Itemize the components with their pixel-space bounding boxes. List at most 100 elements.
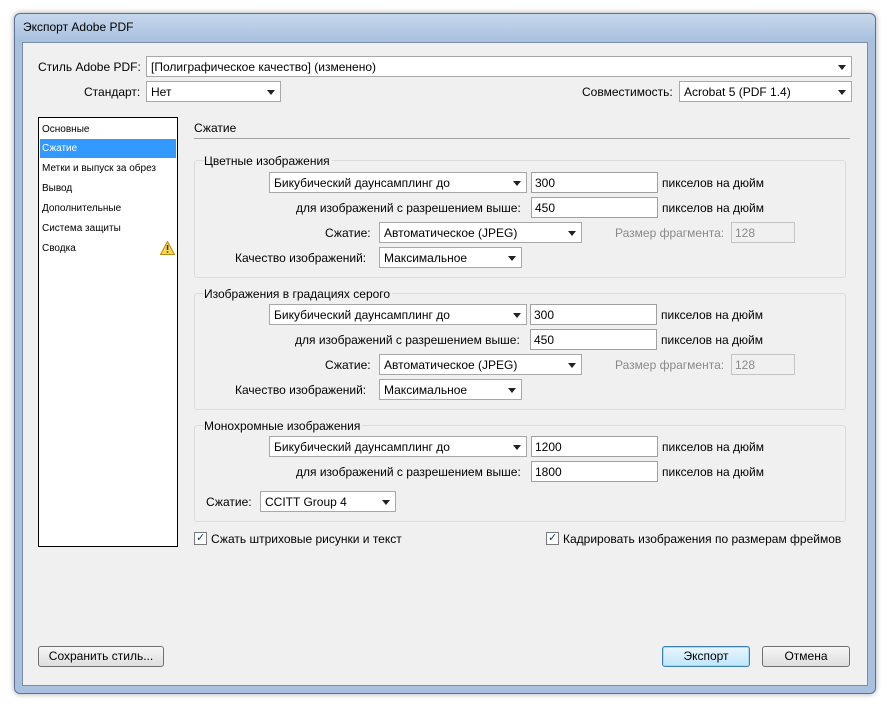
- gray-compression-value: Автоматическое (JPEG): [384, 358, 518, 372]
- chevron-down-icon: [838, 90, 846, 95]
- sidebar-item-marks-bleeds[interactable]: Метки и выпуск за обрез: [40, 159, 176, 178]
- warning-icon: [160, 241, 175, 255]
- gray-above-ppi-input[interactable]: 450: [530, 329, 657, 350]
- compression-label: Сжатие:: [325, 226, 371, 240]
- chevron-down-icon: [267, 90, 275, 95]
- chevron-down-icon: [838, 65, 846, 70]
- sidebar-item-label: Система защиты: [42, 223, 121, 234]
- gray-compression-select[interactable]: Автоматическое (JPEG): [379, 354, 582, 375]
- mono-compression-select[interactable]: CCITT Group 4: [260, 491, 396, 512]
- gray-downsample-select[interactable]: Бикубический даунсамплинг до: [269, 304, 527, 325]
- mono-images-title: Монохромные изображения: [204, 418, 363, 434]
- color-downsample-select[interactable]: Бикубический даунсамплинг до: [269, 172, 527, 193]
- sidebar-item-label: Вывод: [42, 183, 73, 194]
- sidebar-item-output[interactable]: Вывод: [40, 179, 176, 198]
- color-quality-select[interactable]: Максимальное: [379, 247, 522, 268]
- chevron-down-icon: [513, 313, 521, 318]
- ppi-label: пикселов на дюйм: [662, 440, 764, 454]
- style-select[interactable]: [Полиграфическое качество] (изменено): [146, 56, 852, 77]
- title-bar[interactable]: Экспорт Adobe PDF: [15, 14, 875, 42]
- compress-text-label[interactable]: Сжать штриховые рисунки и текст: [211, 531, 402, 547]
- gray-images-title: Изображения в градациях серого: [204, 286, 393, 302]
- save-style-button[interactable]: Сохранить стиль...: [38, 646, 164, 667]
- mono-downsample-ppi-value: 1200: [535, 440, 562, 454]
- gray-tile-size-input[interactable]: 128: [731, 354, 795, 375]
- above-label: для изображений с разрешением выше:: [295, 333, 520, 347]
- style-label: Стиль Adobe PDF:: [38, 60, 141, 74]
- gray-downsample-ppi-input[interactable]: 300: [530, 304, 657, 325]
- standard-value: Нет: [151, 85, 172, 99]
- compat-value: Acrobat 5 (PDF 1.4): [684, 85, 791, 99]
- section-divider: [194, 138, 850, 139]
- color-tile-size-value: 128: [735, 226, 756, 240]
- checkmark-icon: ✓: [548, 532, 558, 544]
- color-above-ppi-input[interactable]: 450: [531, 197, 658, 218]
- color-quality-value: Максимальное: [384, 251, 468, 265]
- gray-tile-size-value: 128: [735, 358, 756, 372]
- crop-images-label[interactable]: Кадрировать изображения по размерам фрей…: [563, 531, 841, 547]
- sidebar: Основные Сжатие Метки и выпуск за обрез …: [38, 117, 178, 547]
- sidebar-item-general[interactable]: Основные: [40, 120, 176, 139]
- sidebar-item-summary[interactable]: Сводка: [40, 239, 176, 258]
- compression-label: Сжатие:: [206, 495, 252, 509]
- quality-label: Качество изображений:: [235, 383, 367, 397]
- sidebar-item-label: Сжатие: [42, 143, 78, 154]
- mono-downsample-value: Бикубический даунсамплинг до: [274, 440, 450, 454]
- sidebar-item-security[interactable]: Система защиты: [40, 219, 176, 238]
- chevron-down-icon: [568, 231, 576, 236]
- above-label: для изображений с разрешением выше:: [296, 465, 521, 479]
- chevron-down-icon: [513, 181, 521, 186]
- ppi-label: пикселов на дюйм: [662, 176, 764, 190]
- chevron-down-icon: [382, 500, 390, 505]
- sidebar-item-label: Дополнительные: [42, 203, 122, 214]
- gray-above-ppi-value: 450: [534, 333, 555, 347]
- tile-size-label: Размер фрагмента:: [615, 358, 725, 372]
- gray-downsample-ppi-value: 300: [534, 308, 555, 322]
- ppi-label: пикселов на дюйм: [661, 333, 763, 347]
- ppi-label: пикселов на дюйм: [661, 308, 763, 322]
- compression-label: Сжатие:: [325, 358, 371, 372]
- color-downsample-value: Бикубический даунсамплинг до: [274, 176, 450, 190]
- compat-label: Совместимость:: [582, 85, 673, 99]
- section-title: Сжатие: [194, 121, 237, 135]
- mono-downsample-select[interactable]: Бикубический даунсамплинг до: [269, 436, 527, 457]
- standard-label: Стандарт:: [84, 85, 141, 99]
- color-compression-select[interactable]: Автоматическое (JPEG): [379, 222, 582, 243]
- ppi-label: пикселов на дюйм: [662, 201, 764, 215]
- gray-downsample-value: Бикубический даунсамплинг до: [274, 308, 450, 322]
- sidebar-item-label: Метки и выпуск за обрез: [42, 163, 157, 174]
- tile-size-label: Размер фрагмента:: [615, 226, 725, 240]
- sidebar-item-label: Основные: [42, 124, 90, 135]
- sidebar-item-compression[interactable]: Сжатие: [40, 139, 176, 158]
- chevron-down-icon: [508, 256, 516, 261]
- chevron-down-icon: [508, 388, 516, 393]
- compat-select[interactable]: Acrobat 5 (PDF 1.4): [679, 81, 852, 102]
- above-label: для изображений с разрешением выше:: [296, 201, 521, 215]
- chevron-down-icon: [513, 445, 521, 450]
- export-button[interactable]: Экспорт: [662, 646, 750, 667]
- color-downsample-ppi-input[interactable]: 300: [531, 172, 658, 193]
- ppi-label: пикселов на дюйм: [662, 465, 764, 479]
- mono-downsample-ppi-input[interactable]: 1200: [531, 436, 658, 457]
- mono-above-ppi-value: 1800: [535, 465, 562, 479]
- gray-quality-value: Максимальное: [384, 383, 468, 397]
- chevron-down-icon: [568, 363, 576, 368]
- standard-select[interactable]: Нет: [146, 81, 281, 102]
- sidebar-item-advanced[interactable]: Дополнительные: [40, 199, 176, 218]
- color-images-title: Цветные изображения: [204, 153, 332, 169]
- mono-above-ppi-input[interactable]: 1800: [531, 461, 658, 482]
- cancel-button[interactable]: Отмена: [762, 646, 850, 667]
- crop-images-checkbox[interactable]: ✓: [546, 532, 559, 545]
- style-value: [Полиграфическое качество] (изменено): [151, 60, 377, 74]
- mono-compression-value: CCITT Group 4: [265, 495, 347, 509]
- color-tile-size-input[interactable]: 128: [731, 222, 795, 243]
- color-above-ppi-value: 450: [535, 201, 556, 215]
- color-downsample-ppi-value: 300: [535, 176, 556, 190]
- compress-text-checkbox[interactable]: ✓: [194, 532, 207, 545]
- window-title: Экспорт Adobe PDF: [23, 20, 134, 34]
- gray-quality-select[interactable]: Максимальное: [379, 379, 522, 400]
- checkmark-icon: ✓: [196, 532, 206, 544]
- sidebar-item-label: Сводка: [42, 243, 76, 254]
- color-compression-value: Автоматическое (JPEG): [384, 226, 518, 240]
- quality-label: Качество изображений:: [235, 251, 367, 265]
